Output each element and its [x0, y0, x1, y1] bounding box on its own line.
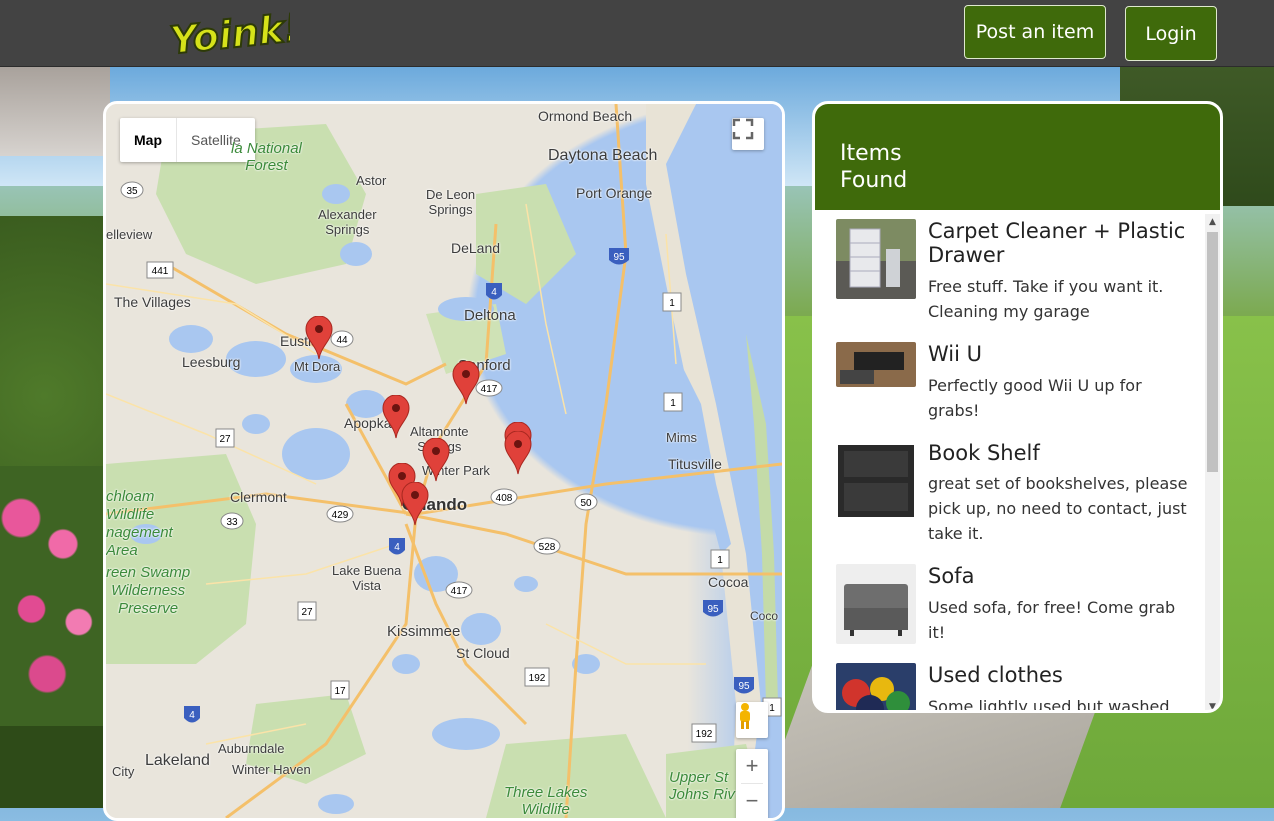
items-found-panel: Items Found Carpet Cleaner + Plastic Dra…	[812, 101, 1223, 713]
item-title: Used clothes	[928, 663, 1063, 687]
item-title: Carpet Cleaner + Plastic Drawer	[928, 219, 1186, 267]
map-label: reen Swamp Wilderness Preserve	[106, 564, 191, 617]
map-label: Winter Haven	[232, 762, 311, 777]
map-label: Titusville	[668, 456, 722, 472]
zoom-in-button[interactable]: +	[736, 749, 768, 783]
item-description: Some lightly used but washed	[928, 697, 1170, 713]
post-item-button[interactable]: Post an item	[964, 5, 1106, 59]
list-item[interactable]: Used clothes Some lightly used but washe…	[836, 663, 1196, 713]
item-map-pin[interactable]	[401, 482, 429, 526]
item-description: Used sofa, for free! Come grab it!	[928, 598, 1176, 642]
map-label: Upper St Johns Riv	[669, 769, 735, 803]
login-button[interactable]: Login	[1125, 6, 1217, 61]
item-map-pin[interactable]	[504, 431, 532, 475]
house-left	[0, 66, 110, 156]
item-description: Free stuff. Take if you want it. Cleanin…	[928, 277, 1164, 321]
map-label: elleview	[106, 227, 153, 242]
list-item[interactable]: Sofa Used sofa, for free! Come grab it!	[836, 564, 1196, 654]
item-title: Book Shelf	[928, 441, 1040, 465]
google-map[interactable]: Map Satellite Ormond Beach Daytona Beach…	[106, 104, 782, 818]
used-clothes-photo	[836, 663, 916, 710]
map-label: Coco	[750, 609, 779, 623]
scroll-up-arrow-icon[interactable]: ▲	[1205, 214, 1220, 229]
map-label: City	[112, 764, 135, 779]
item-map-pin[interactable]	[452, 361, 480, 405]
map-label: Auburndale	[218, 741, 285, 756]
map-label: Cocoa	[708, 574, 749, 590]
map-label: St Cloud	[456, 645, 510, 661]
svg-text:Yoink!: Yoink!	[168, 6, 290, 60]
map-label: The Villages	[114, 294, 191, 310]
fullscreen-button[interactable]	[732, 118, 764, 150]
pegman-icon	[740, 703, 750, 729]
map-label: Clermont	[230, 489, 287, 505]
map-label: Astor	[356, 173, 387, 188]
wii-u-photo	[836, 342, 916, 387]
scrollbar-thumb[interactable]	[1207, 232, 1218, 472]
map-label: Daytona Beach	[548, 147, 658, 164]
map-label: Mt Dora	[294, 359, 341, 374]
map-label: Mims	[666, 430, 698, 445]
items-panel-header: Items Found	[815, 104, 1220, 210]
top-navbar: Yoink! Post an item Login	[0, 0, 1274, 67]
item-title: Sofa	[928, 564, 975, 588]
map-label: la National Forest	[231, 140, 302, 174]
items-panel-title: Items Found	[840, 141, 908, 193]
item-description: Perfectly good Wii U up for grabs!	[928, 376, 1142, 420]
map-label: Kissimmee	[387, 623, 461, 640]
items-list[interactable]: Carpet Cleaner + Plastic Drawer Free stu…	[815, 214, 1203, 713]
map-label: De Leon Springs	[426, 187, 476, 217]
map-label: Deltona	[464, 307, 516, 324]
fullscreen-icon	[732, 118, 754, 140]
yoink-logo[interactable]: Yoink!	[166, 4, 304, 63]
items-scrollbar[interactable]: ▲ ▼	[1205, 214, 1220, 710]
map-label: Leesburg	[182, 354, 241, 370]
item-map-pin[interactable]	[382, 395, 410, 439]
item-map-pin[interactable]	[305, 316, 333, 360]
item-title: Wii U	[928, 342, 983, 366]
map-label: Alexander Springs	[318, 207, 377, 237]
map-type-map-button[interactable]: Map	[120, 118, 177, 162]
carpet-cleaner-drawer-photo	[836, 219, 916, 299]
map-label: DeLand	[451, 240, 501, 256]
map-label: Port Orange	[576, 185, 653, 201]
map-panel: Map Satellite Ormond Beach Daytona Beach…	[103, 101, 785, 821]
list-item[interactable]: Book Shelf great set of bookshelves, ple…	[836, 441, 1196, 556]
sofa-photo	[836, 564, 916, 644]
map-label: chloam Wildlife nagement Area	[106, 488, 173, 559]
list-item[interactable]: Carpet Cleaner + Plastic Drawer Free stu…	[836, 219, 1196, 331]
map-label: Lakeland	[145, 752, 210, 769]
item-map-pin[interactable]	[422, 438, 450, 482]
street-view-pegman-button[interactable]	[736, 702, 768, 738]
book-shelf-photo	[836, 441, 916, 521]
flowers	[0, 466, 105, 726]
zoom-out-button[interactable]: −	[736, 784, 768, 818]
map-label: Ormond Beach	[538, 108, 633, 124]
map-label: Three Lakes Wildlife	[504, 784, 588, 818]
list-item[interactable]: Wii U Perfectly good Wii U up for grabs!	[836, 342, 1196, 432]
map-label: Lake Buena Vista	[332, 563, 402, 593]
item-description: great set of bookshelves, please pick up…	[928, 474, 1188, 543]
